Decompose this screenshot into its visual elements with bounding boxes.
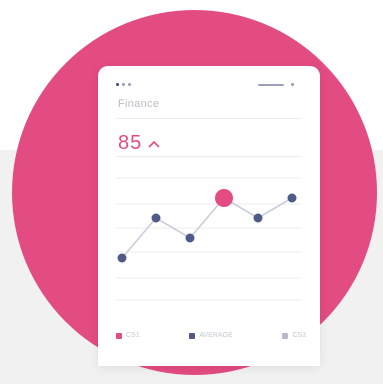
legend-label: CS1: [126, 332, 140, 339]
illustration-scene: Finance 85 CS1 AVERAGE CS3: [0, 0, 383, 384]
data-point[interactable]: [151, 213, 161, 223]
legend-label: CS3: [292, 332, 306, 339]
finance-card[interactable]: Finance 85 CS1 AVERAGE CS3: [98, 66, 320, 366]
legend-swatch: [282, 332, 289, 339]
chart-legend: CS1 AVERAGE CS3: [116, 332, 306, 339]
data-point[interactable]: [287, 193, 297, 203]
legend-item: CS1: [116, 332, 140, 339]
legend-item: AVERAGE: [189, 332, 233, 339]
legend-label: AVERAGE: [199, 332, 233, 339]
line-chart: [116, 177, 302, 301]
data-point[interactable]: [185, 233, 195, 243]
data-point[interactable]: [253, 213, 263, 223]
legend-item: CS3: [282, 332, 306, 339]
data-point[interactable]: [117, 253, 127, 263]
chart-grid: [116, 177, 302, 301]
legend-swatch: [189, 332, 196, 339]
legend-swatch: [116, 332, 122, 339]
data-points: [117, 189, 297, 263]
highlighted-data-point[interactable]: [215, 189, 233, 207]
